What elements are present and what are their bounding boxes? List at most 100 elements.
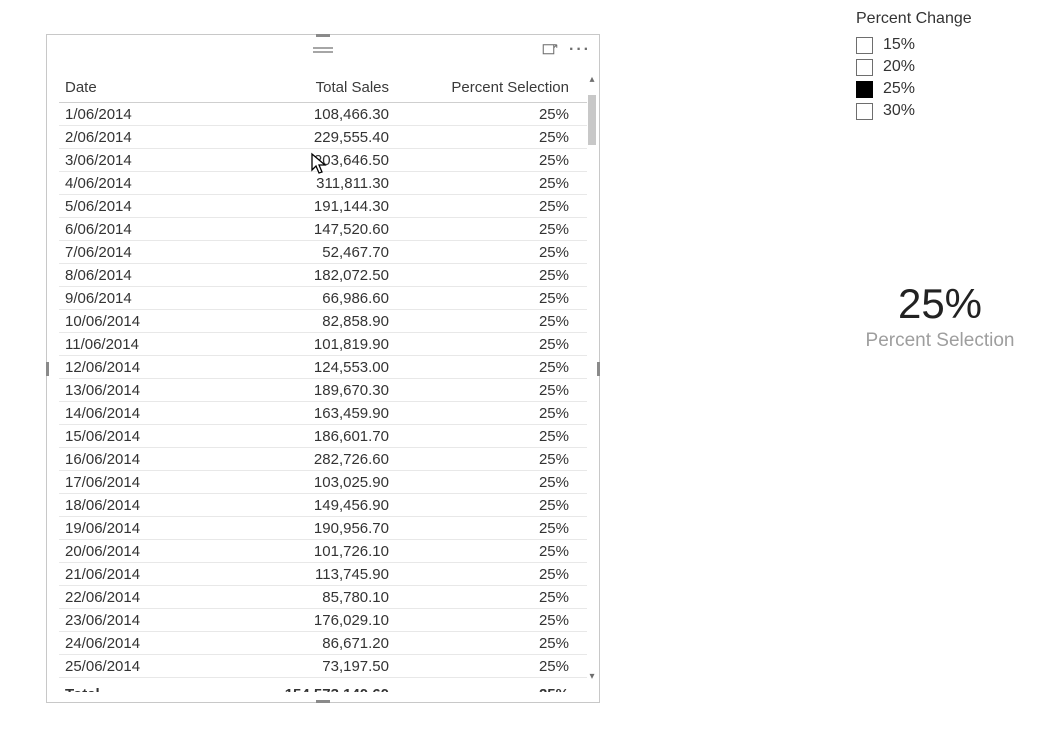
cell-date: 13/06/2014 <box>59 379 203 402</box>
cell-pct: 25% <box>395 586 587 609</box>
cell-date: 17/06/2014 <box>59 471 203 494</box>
scroll-down-arrow-icon[interactable]: ▾ <box>585 670 599 684</box>
cell-pct: 25% <box>395 425 587 448</box>
cell-sales: 186,601.70 <box>203 425 395 448</box>
cell-pct: 25% <box>395 494 587 517</box>
cell-sales: 85,780.10 <box>203 586 395 609</box>
table-row[interactable]: 8/06/2014182,072.5025% <box>59 264 587 287</box>
cell-sales: 101,726.10 <box>203 540 395 563</box>
table-row[interactable]: 25/06/201473,197.5025% <box>59 655 587 678</box>
cell-date: 25/06/2014 <box>59 655 203 678</box>
checkbox-icon[interactable] <box>856 81 873 98</box>
table-row[interactable]: 1/06/2014108,466.3025% <box>59 103 587 126</box>
cell-sales: 282,726.60 <box>203 448 395 471</box>
table-row[interactable]: 5/06/2014191,144.3025% <box>59 195 587 218</box>
percent-change-slicer: Percent Change 15% 20% 25% 30% <box>856 10 1026 122</box>
checkbox-icon[interactable] <box>856 103 873 120</box>
cell-pct: 25% <box>395 632 587 655</box>
slicer-option-label: 15% <box>883 36 915 54</box>
checkbox-icon[interactable] <box>856 59 873 76</box>
cell-date: 3/06/2014 <box>59 149 203 172</box>
table-row[interactable]: 6/06/2014147,520.6025% <box>59 218 587 241</box>
checkbox-icon[interactable] <box>856 37 873 54</box>
cell-date: 1/06/2014 <box>59 103 203 126</box>
slicer-option-label: 20% <box>883 58 915 76</box>
table-row[interactable]: 20/06/2014101,726.1025% <box>59 540 587 563</box>
cell-date: 21/06/2014 <box>59 563 203 586</box>
percent-selection-card: 25% Percent Selection <box>850 280 1030 352</box>
resize-handle-left[interactable] <box>46 362 49 376</box>
table-row[interactable]: 21/06/2014113,745.9025% <box>59 563 587 586</box>
cell-date: 23/06/2014 <box>59 609 203 632</box>
cell-sales: 113,745.90 <box>203 563 395 586</box>
cell-sales: 182,072.50 <box>203 264 395 287</box>
cell-pct: 25% <box>395 609 587 632</box>
cell-pct: 25% <box>395 356 587 379</box>
data-table: Date Total Sales Percent Selection 1/06/… <box>59 75 587 692</box>
col-header-percent[interactable]: Percent Selection <box>395 75 587 103</box>
table-row[interactable]: 7/06/201452,467.7025% <box>59 241 587 264</box>
focus-mode-icon[interactable] <box>541 41 559 59</box>
slicer-option[interactable]: 25% <box>856 78 1026 100</box>
table-row[interactable]: 19/06/2014190,956.7025% <box>59 517 587 540</box>
table-row[interactable]: 18/06/2014149,456.9025% <box>59 494 587 517</box>
table-row[interactable]: 10/06/201482,858.9025% <box>59 310 587 333</box>
table-row[interactable]: 3/06/2014203,646.5025% <box>59 149 587 172</box>
table-row[interactable]: 9/06/201466,986.6025% <box>59 287 587 310</box>
cell-sales: 66,986.60 <box>203 287 395 310</box>
table-visual[interactable]: ··· Date Total Sales Percent Selection 1… <box>46 34 600 703</box>
cell-sales: 191,144.30 <box>203 195 395 218</box>
table-row[interactable]: 12/06/2014124,553.0025% <box>59 356 587 379</box>
card-value: 25% <box>850 280 1030 328</box>
table-row[interactable]: 23/06/2014176,029.1025% <box>59 609 587 632</box>
total-sales: 154,573,140.60 <box>203 678 395 693</box>
slicer-option-label: 25% <box>883 80 915 98</box>
scroll-up-arrow-icon[interactable]: ▴ <box>585 73 599 87</box>
slicer-title: Percent Change <box>856 10 1026 28</box>
cell-sales: 86,671.20 <box>203 632 395 655</box>
col-header-sales[interactable]: Total Sales <box>203 75 395 103</box>
cell-pct: 25% <box>395 126 587 149</box>
cell-date: 22/06/2014 <box>59 586 203 609</box>
table-row[interactable]: 22/06/201485,780.1025% <box>59 586 587 609</box>
slicer-option[interactable]: 30% <box>856 100 1026 122</box>
scroll-thumb[interactable] <box>588 95 596 145</box>
cell-pct: 25% <box>395 195 587 218</box>
cell-pct: 25% <box>395 172 587 195</box>
table-scroll-region[interactable]: Date Total Sales Percent Selection 1/06/… <box>59 75 587 692</box>
cell-date: 4/06/2014 <box>59 172 203 195</box>
cell-pct: 25% <box>395 310 587 333</box>
table-row[interactable]: 2/06/2014229,555.4025% <box>59 126 587 149</box>
vertical-scrollbar[interactable]: ▴ ▾ <box>585 35 599 702</box>
cell-pct: 25% <box>395 471 587 494</box>
table-row[interactable]: 11/06/2014101,819.9025% <box>59 333 587 356</box>
cell-pct: 25% <box>395 287 587 310</box>
col-header-date[interactable]: Date <box>59 75 203 103</box>
cell-pct: 25% <box>395 218 587 241</box>
cell-pct: 25% <box>395 149 587 172</box>
table-row[interactable]: 4/06/2014311,811.3025% <box>59 172 587 195</box>
slicer-option[interactable]: 15% <box>856 34 1026 56</box>
cell-date: 24/06/2014 <box>59 632 203 655</box>
cell-pct: 25% <box>395 333 587 356</box>
total-pct: 25% <box>395 678 587 693</box>
cell-pct: 25% <box>395 517 587 540</box>
cell-pct: 25% <box>395 402 587 425</box>
table-row[interactable]: 24/06/201486,671.2025% <box>59 632 587 655</box>
cell-sales: 103,025.90 <box>203 471 395 494</box>
table-row[interactable]: 17/06/2014103,025.9025% <box>59 471 587 494</box>
visual-title-bar[interactable]: ··· <box>47 35 599 65</box>
table-row[interactable]: 13/06/2014189,670.3025% <box>59 379 587 402</box>
cell-sales: 73,197.50 <box>203 655 395 678</box>
slicer-option[interactable]: 20% <box>856 56 1026 78</box>
table-row[interactable]: 15/06/2014186,601.7025% <box>59 425 587 448</box>
table-row[interactable]: 16/06/2014282,726.6025% <box>59 448 587 471</box>
drag-handle-icon[interactable] <box>313 47 333 53</box>
cell-date: 12/06/2014 <box>59 356 203 379</box>
cell-pct: 25% <box>395 563 587 586</box>
cell-sales: 311,811.30 <box>203 172 395 195</box>
cell-date: 16/06/2014 <box>59 448 203 471</box>
cell-sales: 163,459.90 <box>203 402 395 425</box>
table-row[interactable]: 14/06/2014163,459.9025% <box>59 402 587 425</box>
resize-handle-bottom[interactable] <box>316 700 330 703</box>
